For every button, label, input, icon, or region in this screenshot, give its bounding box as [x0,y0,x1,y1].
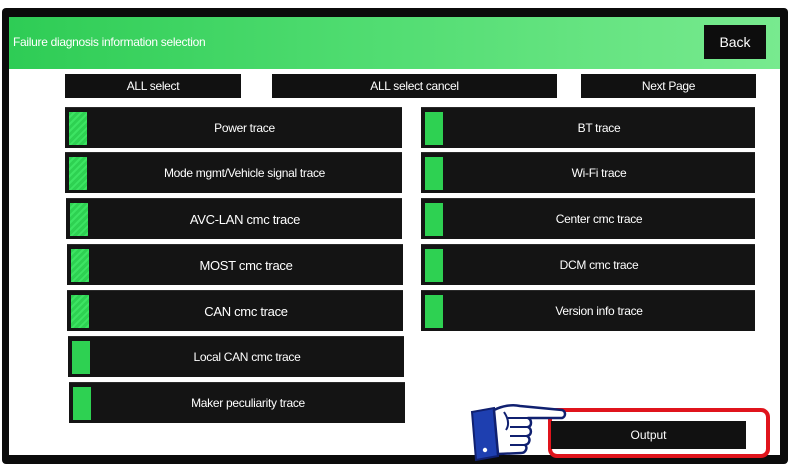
checkbox-checked [425,203,443,236]
checkbox-checked [72,341,90,374]
trace-item-mode-mgmt[interactable]: Mode mgmt/Vehicle signal trace [65,152,402,193]
trace-item-dcm[interactable]: DCM cmc trace [421,244,755,285]
trace-item-avc-lan[interactable]: AVC-LAN cmc trace [66,198,402,239]
trace-item-can[interactable]: CAN cmc trace [67,290,403,331]
trace-item-label: AVC-LAN cmc trace [189,211,301,227]
trace-item-label: Local CAN cmc trace [193,350,301,364]
trace-item-label: Center cmc trace [555,212,643,226]
checkbox-checked [69,112,87,145]
trace-item-label: Mode mgmt/Vehicle signal trace [163,166,326,180]
trace-item-most[interactable]: MOST cmc trace [67,244,403,285]
header-bar: Failure diagnosis information selection … [9,17,780,69]
pointing-hand-icon [470,403,567,462]
trace-item-maker-peculiarity[interactable]: Maker peculiarity trace [69,382,405,423]
checkbox-checked [425,112,443,145]
trace-item-label: CAN cmc trace [204,303,288,319]
trace-item-label: Maker peculiarity trace [191,396,305,410]
all-select-button[interactable]: ALL select [65,74,241,98]
checkbox-checked [425,157,443,190]
trace-item-version-info[interactable]: Version info trace [421,290,755,331]
head-unit-screen: Failure diagnosis information selection … [9,17,780,455]
trace-item-bt[interactable]: BT trace [421,107,755,148]
checkbox-checked [69,157,87,190]
output-button[interactable]: Output [551,421,746,449]
trace-item-power[interactable]: Power trace [65,107,402,148]
checkbox-checked [425,249,443,282]
next-page-button[interactable]: Next Page [581,74,756,98]
all-select-cancel-button[interactable]: ALL select cancel [272,74,557,98]
trace-item-label: Wi-Fi trace [571,166,627,180]
checkbox-checked [73,387,91,420]
trace-item-label: Version info trace [555,304,643,318]
trace-item-label: MOST cmc trace [199,257,293,273]
trace-item-label: DCM cmc trace [559,258,639,272]
back-button[interactable]: Back [704,25,766,59]
trace-item-label: BT trace [577,121,621,135]
checkbox-checked [70,203,88,236]
checkbox-checked [71,249,89,282]
trace-item-label: Power trace [214,121,275,135]
trace-item-center[interactable]: Center cmc trace [421,198,755,239]
trace-item-wifi[interactable]: Wi-Fi trace [421,152,755,193]
page-title: Failure diagnosis information selection [13,35,206,49]
trace-item-local-can[interactable]: Local CAN cmc trace [68,336,404,377]
checkbox-checked [425,295,443,328]
checkbox-checked [71,295,89,328]
